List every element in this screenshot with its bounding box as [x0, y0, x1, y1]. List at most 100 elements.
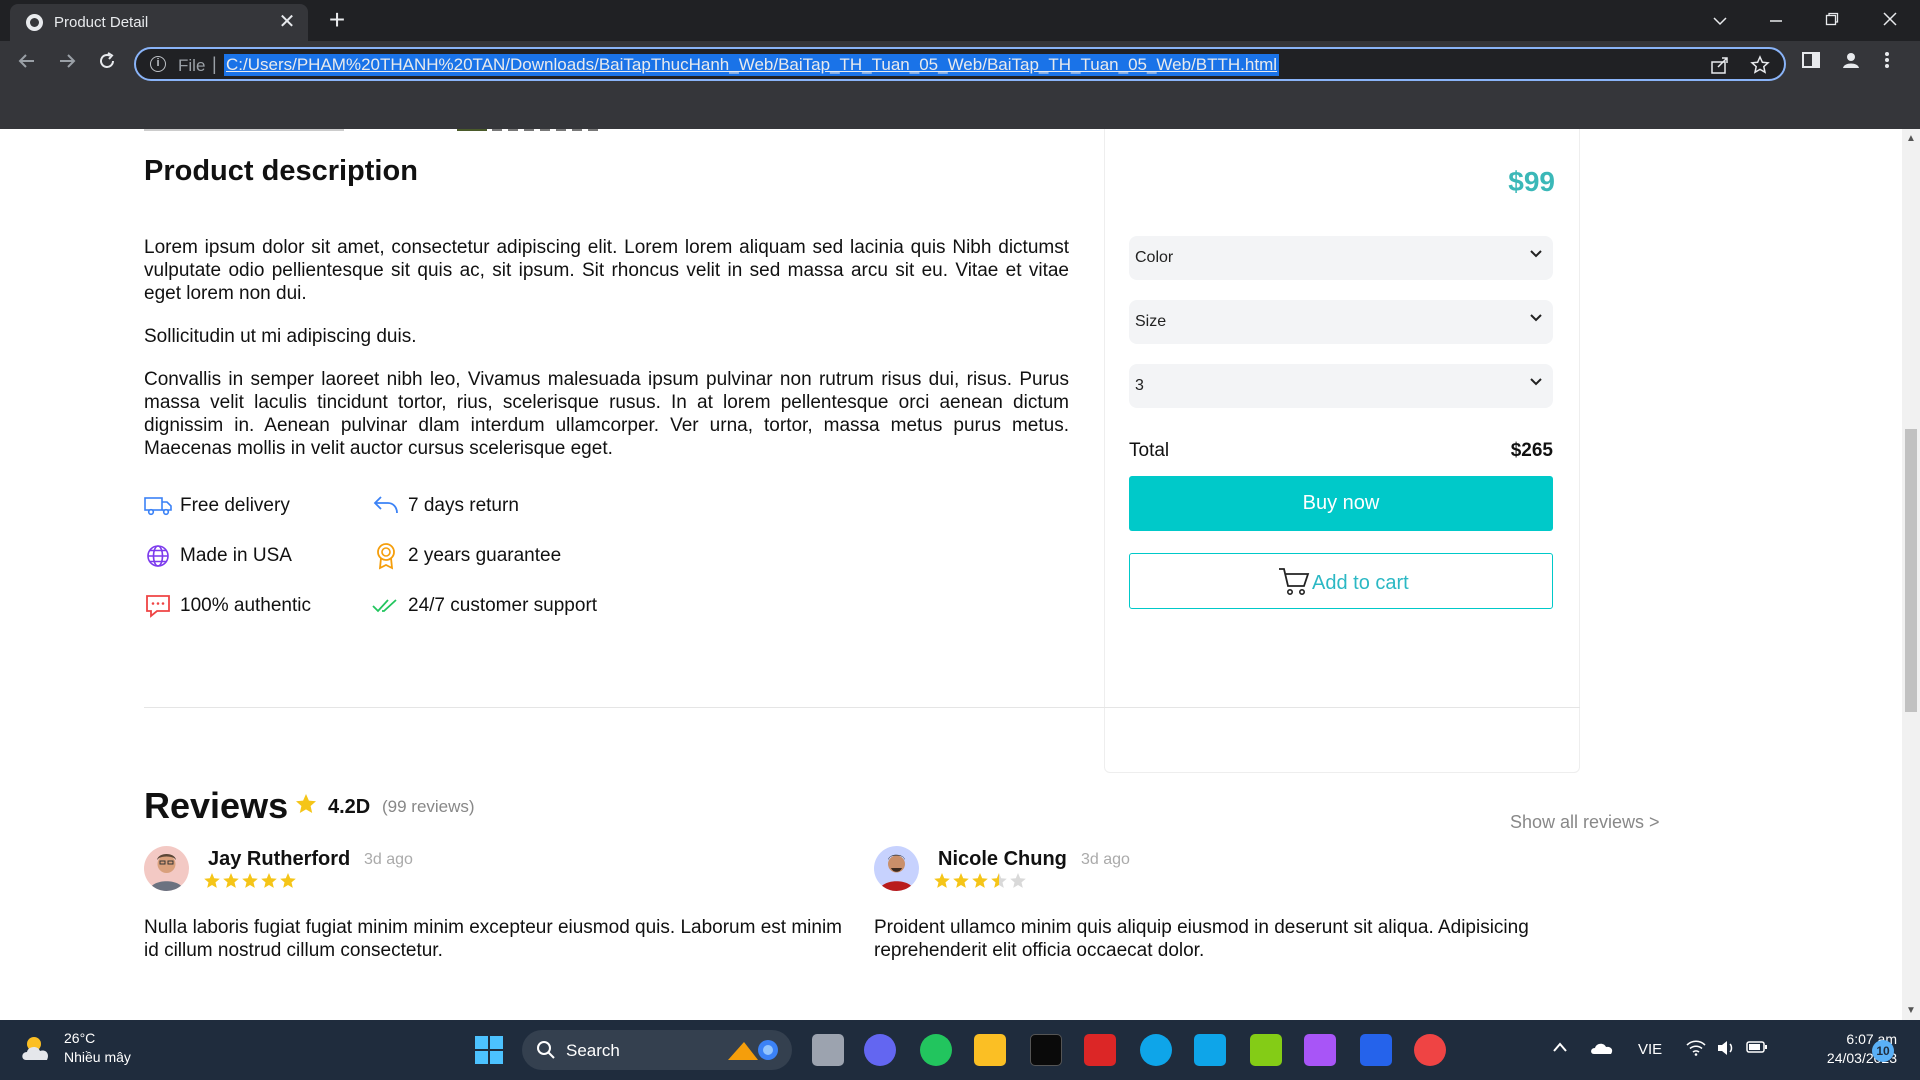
wifi-icon[interactable] [1686, 1040, 1706, 1060]
chrome-icon[interactable] [1414, 1034, 1446, 1066]
volume-icon[interactable] [1716, 1040, 1736, 1060]
thumbnail-strip-edge [144, 129, 624, 132]
star-icon [242, 873, 258, 888]
windows-start-icon[interactable] [473, 1034, 505, 1066]
dev-app-icon[interactable] [1030, 1034, 1062, 1066]
chevron-down-icon [1529, 246, 1543, 265]
star-icon [972, 873, 988, 888]
mcafee-icon[interactable] [1084, 1034, 1116, 1066]
scrollbar-thumb[interactable] [1905, 429, 1917, 712]
app-diamond-icon[interactable] [1304, 1034, 1336, 1066]
minimize-icon[interactable] [1756, 6, 1796, 34]
feature-label: 7 days return [408, 495, 519, 516]
scroll-down-icon[interactable]: ▼ [1906, 1005, 1916, 1016]
profile-icon[interactable] [1842, 51, 1860, 75]
show-all-reviews-link[interactable]: Show all reviews > [1510, 812, 1660, 833]
forward-icon[interactable] [52, 49, 82, 79]
search-highlight-icon [724, 1034, 786, 1071]
reviewer-name: Nicole Chung [938, 848, 1067, 870]
reviewer-name: Jay Rutherford [208, 848, 351, 870]
toolbar-extension-area [0, 87, 1920, 129]
edge-browser-icon[interactable] [1140, 1034, 1172, 1066]
bookmark-star-icon[interactable] [1750, 55, 1770, 80]
reviewer-avatar [144, 846, 189, 891]
app-tiles-icon[interactable] [1250, 1034, 1282, 1066]
feature-label: Made in USA [180, 545, 292, 566]
close-tab-icon[interactable]: ✕ [276, 11, 298, 33]
review-count: (99 reviews) [382, 797, 475, 816]
chevron-up-icon[interactable] [1552, 1040, 1568, 1057]
description-paragraph: Convallis in semper laoreet nibh leo, Vi… [144, 369, 1069, 459]
menu-kebab-icon[interactable] [1884, 51, 1890, 75]
weather-temperature: 26°C [64, 1030, 96, 1046]
page-scrollbar[interactable]: ▲ ▼ [1902, 129, 1920, 1020]
feature-guarantee: 2 years guarantee [372, 543, 562, 570]
star-icon [934, 873, 950, 888]
cloudy-weather-icon [20, 1032, 56, 1069]
reviewer-avatar [874, 846, 919, 891]
address-bar[interactable]: i File | C:/Users/PHAM%20THANH%20TAN/Dow… [134, 47, 1786, 81]
share-icon[interactable] [1710, 55, 1730, 80]
shopping-cart-icon [1278, 566, 1310, 601]
select-value: Size [1135, 313, 1167, 330]
reload-icon[interactable] [92, 49, 122, 79]
app-green-icon[interactable] [920, 1034, 952, 1066]
app-l-icon[interactable] [1194, 1034, 1226, 1066]
product-price: $99 [1508, 166, 1555, 197]
star-icon [261, 873, 277, 888]
size-select[interactable]: Size [1129, 300, 1553, 344]
browser-toolbar: i File | C:/Users/PHAM%20THANH%20TAN/Dow… [0, 41, 1920, 87]
feature-free-delivery: Free delivery [144, 493, 290, 519]
star-icon [204, 873, 220, 888]
teams-chat-icon[interactable] [864, 1034, 896, 1066]
browser-tab[interactable]: Product Detail ✕ [10, 4, 308, 41]
language-indicator[interactable]: VIE [1638, 1041, 1662, 1058]
feature-made-in-usa: Made in USA [144, 543, 292, 569]
star-icon [223, 873, 239, 888]
site-info-icon[interactable]: i [150, 56, 166, 72]
taskbar-search-box[interactable]: Search [522, 1030, 792, 1070]
buy-now-button[interactable]: Buy now [1129, 476, 1553, 531]
url-separator: | [212, 54, 217, 74]
feature-support: 24/7 customer support [372, 593, 597, 619]
review-time: 3d ago [1081, 851, 1130, 868]
new-tab-button[interactable]: + [322, 5, 352, 35]
vscode-icon[interactable] [1360, 1034, 1392, 1066]
notification-badge[interactable]: 10 [1872, 1040, 1894, 1062]
url-text[interactable]: C:/Users/PHAM%20THANH%20TAN/Downloads/Ba… [224, 54, 1280, 76]
restore-icon[interactable] [1812, 6, 1852, 34]
file-explorer-icon[interactable] [974, 1034, 1006, 1066]
globe-favicon-icon [26, 14, 43, 31]
scroll-up-icon[interactable]: ▲ [1906, 133, 1916, 144]
chevron-down-icon [1529, 374, 1543, 393]
review-stars [203, 872, 297, 890]
award-icon [372, 543, 400, 570]
tab-search-icon[interactable] [1700, 6, 1740, 34]
close-window-icon[interactable] [1870, 6, 1910, 34]
side-panel-icon[interactable] [1802, 51, 1820, 75]
chat-icon [144, 594, 172, 618]
back-icon[interactable] [12, 49, 42, 79]
total-value: $265 [1510, 440, 1553, 461]
feature-days-return: 7 days return [372, 493, 519, 519]
feature-label: 2 years guarantee [408, 545, 562, 566]
truck-icon [144, 494, 172, 518]
select-value: Color [1135, 249, 1174, 266]
quantity-select[interactable]: 3 [1129, 364, 1553, 408]
product-description-title: Product description [144, 155, 418, 187]
select-value: 3 [1135, 377, 1144, 394]
windows-taskbar: 26°C Nhiều mây Search VIE 6:07 am 24/03/… [0, 1020, 1920, 1080]
tab-title: Product Detail [54, 14, 149, 31]
search-icon [536, 1040, 556, 1065]
task-view-icon[interactable] [812, 1034, 844, 1066]
review-stars [933, 872, 1027, 890]
star-icon [280, 873, 296, 888]
battery-icon[interactable] [1746, 1040, 1768, 1058]
review-text: Proident ullamco minim quis aliquip eius… [874, 917, 1529, 961]
description-paragraph: Lorem ipsum dolor sit amet, consectetur … [144, 237, 1069, 304]
color-select[interactable]: Color [1129, 236, 1553, 280]
add-to-cart-button[interactable]: Add to cart [1129, 553, 1553, 609]
review-text: Nulla laboris fugiat fugiat minim minim … [144, 917, 843, 961]
section-divider [144, 707, 1580, 708]
onedrive-icon[interactable] [1590, 1040, 1614, 1060]
